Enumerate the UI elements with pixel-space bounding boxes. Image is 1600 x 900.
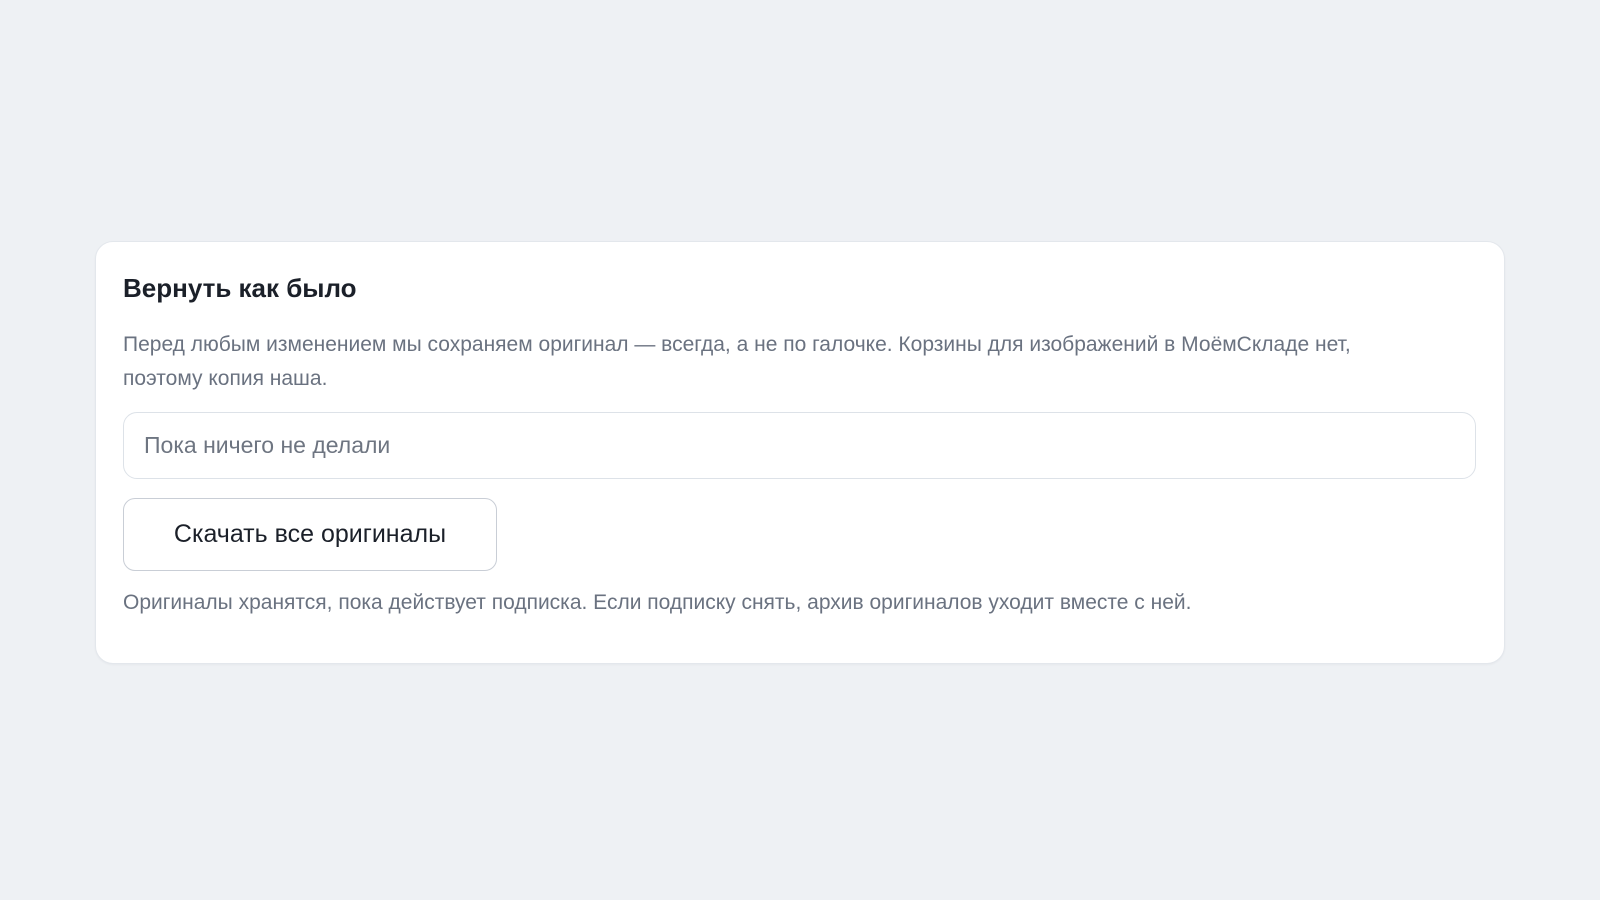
status-field: Пока ничего не делали	[123, 412, 1476, 479]
restore-originals-card: Вернуть как было Перед любым изменением …	[95, 241, 1505, 664]
download-all-originals-button[interactable]: Скачать все оригиналы	[123, 498, 497, 571]
card-description: Перед любым изменением мы сохраняем ориг…	[123, 333, 1351, 390]
status-text: Пока ничего не делали	[144, 432, 391, 458]
subscription-footnote: Оригиналы хранятся, пока действует подпи…	[123, 591, 1192, 614]
card-title: Вернуть как было	[123, 273, 357, 303]
